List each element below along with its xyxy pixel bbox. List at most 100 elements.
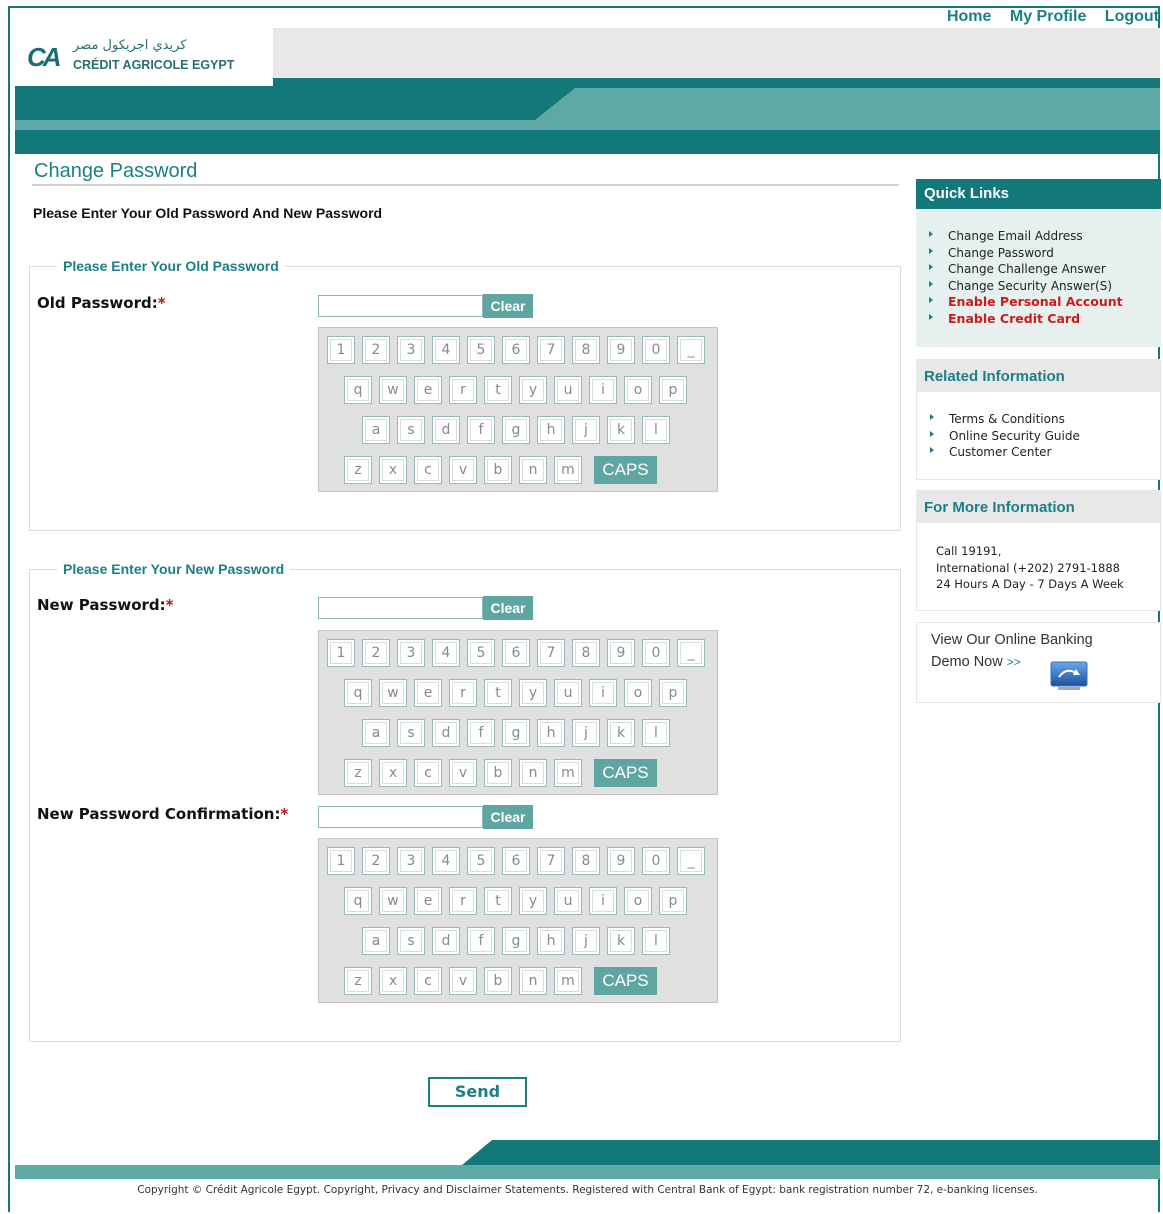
new-key-c[interactable]: c [414,759,442,787]
old-key-h[interactable]: h [537,416,565,444]
confirm-key-g[interactable]: g [502,927,530,955]
old-key-j[interactable]: j [572,416,600,444]
old-key-3[interactable]: 3 [397,336,425,364]
confirm-key-9[interactable]: 9 [607,847,635,875]
confirm-key-6[interactable]: 6 [502,847,530,875]
old-key-g[interactable]: g [502,416,530,444]
confirm-key-w[interactable]: w [379,887,407,915]
confirm-key-3[interactable]: 3 [397,847,425,875]
new-key-4[interactable]: 4 [432,639,460,667]
new-key-r[interactable]: r [449,679,477,707]
old-key-t[interactable]: t [484,376,512,404]
new-key-l[interactable]: l [642,719,670,747]
new-key-2[interactable]: 2 [362,639,390,667]
new-key-i[interactable]: i [589,679,617,707]
confirm-key-2[interactable]: 2 [362,847,390,875]
confirm-key-y[interactable]: y [519,887,547,915]
old-key-0[interactable]: 0 [642,336,670,364]
new-key-m[interactable]: m [554,759,582,787]
confirm-key-7[interactable]: 7 [537,847,565,875]
old-key-5[interactable]: 5 [467,336,495,364]
quick-link-enable-personal-account[interactable]: Enable Personal Account [929,294,1123,311]
confirm-key-v[interactable]: v [449,967,477,995]
new-key-z[interactable]: z [344,759,372,787]
old-key-x[interactable]: x [379,456,407,484]
confirm-key-a[interactable]: a [362,927,390,955]
my-profile-link[interactable]: My Profile [1010,8,1086,25]
new-key-1[interactable]: 1 [327,639,355,667]
new-key-7[interactable]: 7 [537,639,565,667]
old-key-c[interactable]: c [414,456,442,484]
old-caps-key[interactable]: CAPS [594,456,657,484]
home-link[interactable]: Home [947,8,991,25]
old-key-n[interactable]: n [519,456,547,484]
old-key-9[interactable]: 9 [607,336,635,364]
old-key-underscore[interactable]: _ [677,336,705,364]
confirm-key-u[interactable]: u [554,887,582,915]
confirm-caps-key[interactable]: CAPS [594,967,657,995]
new-key-w[interactable]: w [379,679,407,707]
confirm-key-i[interactable]: i [589,887,617,915]
new-password-input[interactable] [318,597,483,619]
confirm-key-d[interactable]: d [432,927,460,955]
confirm-key-r[interactable]: r [449,887,477,915]
old-key-z[interactable]: z [344,456,372,484]
confirm-key-x[interactable]: x [379,967,407,995]
confirm-key-5[interactable]: 5 [467,847,495,875]
quick-link-change-password[interactable]: Change Password [929,245,1123,262]
old-key-b[interactable]: b [484,456,512,484]
confirm-key-s[interactable]: s [397,927,425,955]
new-key-s[interactable]: s [397,719,425,747]
confirm-key-m[interactable]: m [554,967,582,995]
quick-link-change-email[interactable]: Change Email Address [929,228,1123,245]
demo-panel[interactable]: View Our Online Banking Demo Now >> [916,622,1161,703]
confirm-key-underscore[interactable]: _ [677,847,705,875]
old-key-f[interactable]: f [467,416,495,444]
new-key-underscore[interactable]: _ [677,639,705,667]
old-key-q[interactable]: q [344,376,372,404]
confirm-key-1[interactable]: 1 [327,847,355,875]
old-key-r[interactable]: r [449,376,477,404]
new-key-9[interactable]: 9 [607,639,635,667]
old-key-i[interactable]: i [589,376,617,404]
new-key-x[interactable]: x [379,759,407,787]
related-link-terms[interactable]: Terms & Conditions [930,411,1080,428]
new-key-q[interactable]: q [344,679,372,707]
related-link-customer-center[interactable]: Customer Center [930,444,1080,461]
confirm-key-b[interactable]: b [484,967,512,995]
new-key-g[interactable]: g [502,719,530,747]
confirm-key-0[interactable]: 0 [642,847,670,875]
confirm-password-input[interactable] [318,806,483,828]
new-key-n[interactable]: n [519,759,547,787]
confirm-key-j[interactable]: j [572,927,600,955]
confirm-key-t[interactable]: t [484,887,512,915]
confirm-key-4[interactable]: 4 [432,847,460,875]
new-key-d[interactable]: d [432,719,460,747]
new-key-p[interactable]: p [659,679,687,707]
new-key-f[interactable]: f [467,719,495,747]
confirm-key-z[interactable]: z [344,967,372,995]
old-key-l[interactable]: l [642,416,670,444]
confirm-key-h[interactable]: h [537,927,565,955]
old-key-d[interactable]: d [432,416,460,444]
new-password-clear-button[interactable]: Clear [483,596,533,620]
old-password-clear-button[interactable]: Clear [483,294,533,318]
new-key-a[interactable]: a [362,719,390,747]
new-key-o[interactable]: o [624,679,652,707]
old-key-m[interactable]: m [554,456,582,484]
new-key-6[interactable]: 6 [502,639,530,667]
confirm-key-k[interactable]: k [607,927,635,955]
new-key-e[interactable]: e [414,679,442,707]
confirm-key-p[interactable]: p [659,887,687,915]
new-key-3[interactable]: 3 [397,639,425,667]
old-key-2[interactable]: 2 [362,336,390,364]
logout-link[interactable]: Logout [1105,8,1159,25]
new-caps-key[interactable]: CAPS [594,759,657,787]
new-key-j[interactable]: j [572,719,600,747]
confirm-password-clear-button[interactable]: Clear [483,805,533,829]
demo-line-2[interactable]: Demo Now [931,654,1003,670]
confirm-key-f[interactable]: f [467,927,495,955]
confirm-key-e[interactable]: e [414,887,442,915]
old-key-a[interactable]: a [362,416,390,444]
new-key-k[interactable]: k [607,719,635,747]
